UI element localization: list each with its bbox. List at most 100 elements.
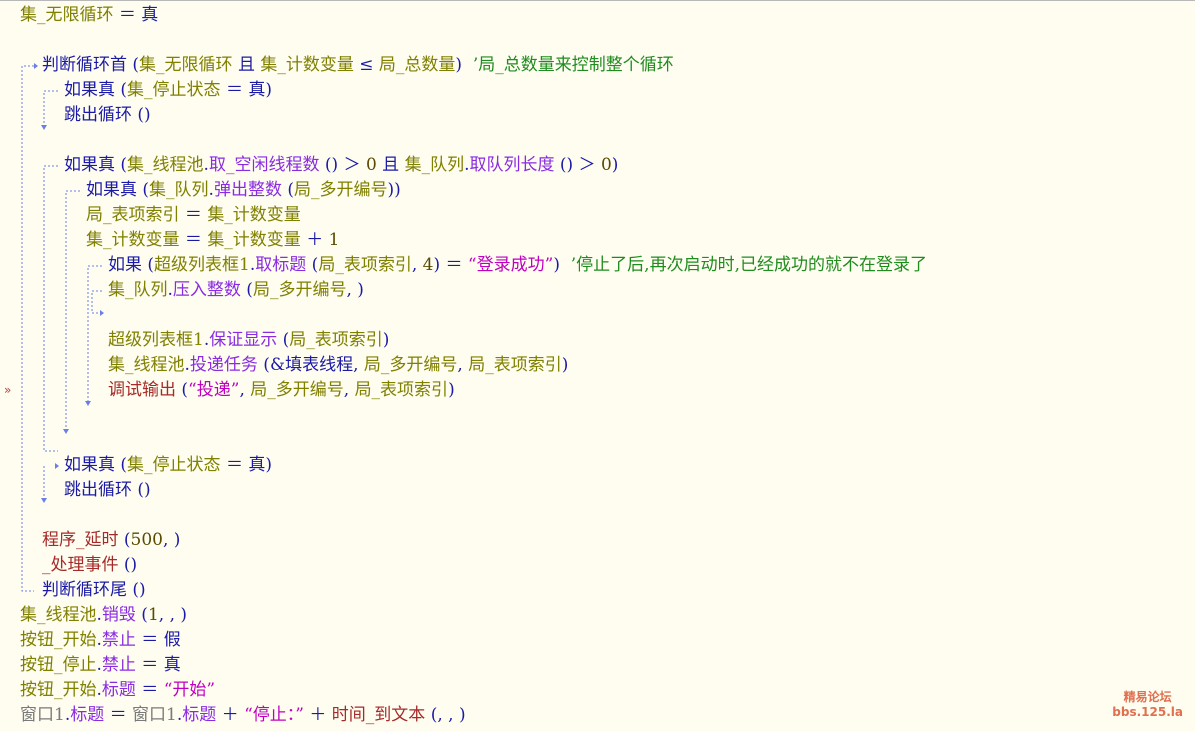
- line-if-threadpool[interactable]: 如果真 (集_线程池.取_空闲线程数 () ＞ 0 且 集_队列.取队列长度 (…: [64, 153, 618, 178]
- code-token: 按钮_开始: [20, 630, 97, 650]
- code-token: (: [240, 280, 253, 300]
- code-token: 标题: [182, 705, 217, 725]
- line-break-1[interactable]: 跳出循环 (): [64, 103, 151, 128]
- code-token: 1: [147, 605, 159, 625]
- line-stop-disable[interactable]: 按钮_停止.禁止 ＝ 真: [20, 653, 181, 678]
- code-token: ’局_总数量来控制整个循环: [467, 55, 674, 75]
- breakpoint-marker-icon[interactable]: »: [4, 383, 11, 397]
- code-token: ＝: [135, 680, 164, 700]
- code-token: 局_多开编号: [294, 180, 388, 200]
- code-token: (: [118, 530, 131, 550]
- code-token: 标题: [70, 705, 105, 725]
- code-token: ＝: [104, 705, 133, 725]
- code-token: )): [387, 180, 401, 200]
- code-token: 判断循环首: [42, 55, 127, 75]
- line-loop-tail[interactable]: 判断循环尾 (): [42, 578, 146, 603]
- line-delay[interactable]: 程序_延时 (500, ): [42, 528, 180, 553]
- line-debug-output[interactable]: 调试输出 (“投递”, 局_多开编号, 局_表项索引): [108, 378, 455, 403]
- code-token: 集_线程池: [108, 355, 185, 375]
- code-token: , ): [346, 280, 364, 300]
- code-token: 如果真: [86, 180, 137, 200]
- code-token: 集_队列: [404, 155, 465, 175]
- line-ensure-visible[interactable]: 超级列表框1.保证显示 (局_表项索引): [108, 328, 389, 353]
- code-token: () ＞: [319, 155, 366, 175]
- code-token: (: [277, 330, 290, 350]
- code-token: ＋: [300, 230, 329, 250]
- code-token: ): [611, 155, 619, 175]
- code-token: ): [455, 55, 468, 75]
- code-token: 集_计数变量: [86, 230, 180, 250]
- line-assign-index[interactable]: 局_表项索引 ＝ 集_计数变量: [86, 203, 301, 228]
- line-if-stop-1[interactable]: 如果真 (集_停止状态 ＝ 真): [64, 78, 272, 103]
- code-token: (&填表线程,: [257, 355, 364, 375]
- line-do-events[interactable]: _处理事件 (): [42, 553, 137, 578]
- code-token: (: [142, 255, 155, 275]
- code-token: ’停止了后,再次启动时,已经成功的就不在登录了: [559, 255, 927, 275]
- code-token: (: [115, 80, 128, 100]
- line-destroy-pool[interactable]: 集_线程池.销毁 (1, , ): [20, 603, 187, 628]
- code-token: ＝ 真: [135, 655, 181, 675]
- line-break-2[interactable]: 跳出循环 (): [64, 478, 151, 503]
- code-token: () ＞: [554, 155, 601, 175]
- code-token: ): [553, 255, 560, 275]
- code-token: (: [281, 180, 294, 200]
- code-token: 集_停止状态: [127, 455, 221, 475]
- code-token: ,: [411, 255, 423, 275]
- code-token: 局_表项索引: [354, 380, 449, 400]
- code-token: (: [306, 255, 319, 275]
- code-token: 局_总数量: [378, 55, 456, 75]
- line-loop-head[interactable]: 判断循环首 (集_无限循环 且 集_计数变量 ≤ 局_总数量) ’局_总数量来控…: [42, 53, 674, 78]
- code-token: 压入整数: [172, 280, 241, 300]
- code-token: 集_计数变量: [260, 55, 354, 75]
- code-token: 局_多开编号: [363, 355, 458, 375]
- code-token: 超级列表框1: [108, 330, 204, 350]
- code-token: 取队列长度: [469, 155, 555, 175]
- code-token: “停止：”: [244, 705, 304, 725]
- code-token: ＝ 假: [135, 630, 181, 650]
- line-infinite-loop-assign[interactable]: 集_无限循环 ＝ 真: [20, 3, 158, 28]
- code-token: 局_多开编号: [252, 280, 347, 300]
- line-if-queue-pop[interactable]: 如果真 (集_队列.弹出整数 (局_多开编号)): [86, 178, 401, 203]
- code-token: 按钮_开始: [20, 680, 97, 700]
- line-increment-counter[interactable]: 集_计数变量 ＝ 集_计数变量 ＋ 1: [86, 228, 339, 253]
- code-token: ,: [239, 380, 251, 400]
- code-token: 且: [376, 155, 405, 175]
- code-token: (: [137, 180, 150, 200]
- line-if-login-success[interactable]: 如果 (超级列表框1.取标题 (局_表项索引, 4) ＝ “登录成功”) ’停止…: [108, 253, 927, 278]
- code-token: (: [135, 605, 148, 625]
- line-start-title[interactable]: 按钮_开始.标题 ＝ “开始”: [20, 678, 215, 703]
- watermark-url: bbs.125.la: [1112, 705, 1183, 719]
- code-token: (: [176, 380, 189, 400]
- code-token: 超级列表框1: [154, 255, 250, 275]
- code-token: 集_计数变量: [207, 230, 301, 250]
- code-token: ≤: [353, 55, 379, 75]
- code-token: ＝ 真: [113, 5, 159, 25]
- code-token: 集_无限循环: [139, 55, 233, 75]
- watermark-title: 精易论坛: [1123, 690, 1172, 704]
- code-token: 跳出循环: [64, 480, 132, 500]
- code-editor[interactable]: 集_无限循环 ＝ 真判断循环首 (集_无限循环 且 集_计数变量 ≤ 局_总数量…: [0, 0, 1195, 730]
- code-token: 取_空闲线程数: [208, 155, 320, 175]
- code-token: (: [115, 455, 128, 475]
- code-token: 如果真: [64, 155, 115, 175]
- code-token: 0: [600, 155, 612, 175]
- code-token: (): [132, 480, 151, 500]
- code-token: 0: [365, 155, 377, 175]
- code-token: “登录成功”: [467, 255, 554, 275]
- line-if-stop-2[interactable]: 如果真 (集_停止状态 ＝ 真): [64, 453, 272, 478]
- code-token: (): [118, 555, 138, 575]
- line-window-title[interactable]: 窗口1.标题 ＝ 窗口1.标题 ＋ “停止：” ＋ 时间_到文本 (, , ): [20, 703, 466, 728]
- code-token: (): [127, 580, 146, 600]
- code-token: 且: [232, 55, 261, 75]
- code-token: “开始”: [163, 680, 216, 700]
- line-queue-push[interactable]: 集_队列.压入整数 (局_多开编号, ): [108, 278, 364, 303]
- line-start-enable[interactable]: 按钮_开始.禁止 ＝ 假: [20, 628, 181, 653]
- code-token: 集_停止状态: [127, 80, 221, 100]
- code-token: 窗口1: [20, 705, 65, 725]
- code-token: 调试输出: [108, 380, 176, 400]
- code-token: 弹出整数: [213, 180, 282, 200]
- code-token: 销毁: [101, 605, 136, 625]
- line-post-task[interactable]: 集_线程池.投递任务 (&填表线程, 局_多开编号, 局_表项索引): [108, 353, 568, 378]
- code-token: 取标题: [255, 255, 307, 275]
- code-token: 窗口1: [132, 705, 177, 725]
